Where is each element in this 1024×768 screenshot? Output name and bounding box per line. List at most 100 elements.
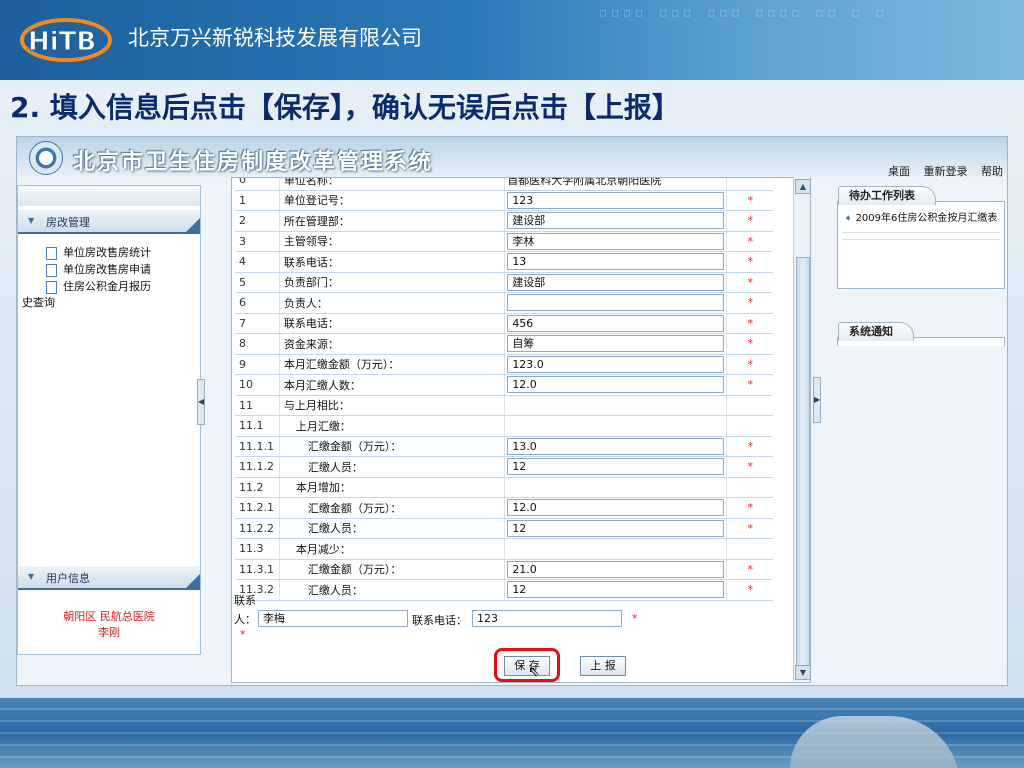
- row-label: 汇缴人员：: [279, 518, 506, 539]
- nav-item-sales-application[interactable]: 单位房改售房申请: [46, 261, 151, 277]
- notice-tab[interactable]: 系统通知: [838, 322, 914, 341]
- required-star: *: [726, 456, 773, 478]
- row-label: 联系电话：: [279, 251, 506, 273]
- left-collapse-toggle[interactable]: ◀: [197, 379, 205, 425]
- user-name: 李刚: [98, 626, 120, 639]
- app-window: 北京市卫生住房制度改革管理系统 桌面 重新登录 帮助 ▼ 房改管理 单位房改售房…: [16, 136, 1008, 686]
- row-value-cell: 建设部: [504, 210, 728, 232]
- row-number: 11.3.1: [235, 559, 280, 580]
- nav-group-user-info[interactable]: ▼ 用户信息: [18, 566, 200, 590]
- row-value-input[interactable]: 13.0: [507, 437, 725, 455]
- row-number: 5: [235, 272, 280, 293]
- company-name: 北京万兴新锐科技发展有限公司: [128, 26, 422, 50]
- row-number: 4: [235, 251, 280, 273]
- row-value-input[interactable]: 自筹: [507, 335, 725, 353]
- row-value-input[interactable]: 13: [507, 253, 725, 271]
- form-row: 3 主管领导： 李林 *: [235, 231, 773, 252]
- report-button[interactable]: 上 报: [580, 656, 626, 676]
- nav-item-fund-history[interactable]: 住房公积金月报历: [46, 278, 151, 294]
- todo-item-label: 2009年6住房公积金按月汇缴表: [855, 213, 998, 224]
- required-star: *: [726, 210, 773, 232]
- row-value-input[interactable]: [507, 294, 725, 312]
- nav-group-housing-reform[interactable]: ▼ 房改管理: [18, 210, 200, 234]
- document-icon: [46, 246, 57, 260]
- row-value-cell: 123: [504, 190, 728, 211]
- row-value-cell: 13.0: [504, 436, 728, 457]
- row-value-cell: 13: [504, 251, 728, 273]
- highlight-ring: [494, 648, 560, 682]
- row-value-input[interactable]: 建设部: [507, 212, 725, 230]
- collapse-triangle-icon: ▼: [28, 572, 35, 581]
- slide-footer: [0, 698, 1024, 768]
- form-row: 11.1.2 汇缴人员： 12 *: [235, 456, 773, 478]
- contact-label-line2: 人：: [234, 613, 256, 626]
- required-star: *: [726, 313, 773, 334]
- user-info-box: 朝阳区 民航总医院 李刚: [18, 608, 200, 652]
- form-row: 1 单位登记号： 123 *: [235, 190, 773, 211]
- row-value-cell: 12: [504, 456, 728, 478]
- scroll-up-arrow-icon[interactable]: ▲: [795, 179, 811, 194]
- row-value-cell: [504, 538, 728, 560]
- nav-item-sales-stats[interactable]: 单位房改售房统计: [46, 244, 151, 260]
- row-label: 与上月相比：: [279, 395, 506, 416]
- row-value-cell: [504, 477, 728, 498]
- form-row: 11 与上月相比：: [235, 395, 773, 416]
- todo-tab[interactable]: 待办工作列表: [838, 186, 936, 205]
- row-value-input[interactable]: 建设部: [507, 273, 725, 291]
- row-value-input[interactable]: 12.0: [507, 376, 725, 394]
- row-value-input[interactable]: 李林: [507, 232, 725, 250]
- required-star: *: [726, 333, 773, 355]
- app-title: 北京市卫生住房制度改革管理系统: [73, 149, 434, 175]
- scroll-down-arrow-icon[interactable]: ▼: [795, 665, 811, 680]
- nav-item-label: 单位房改售房申请: [63, 263, 151, 276]
- todo-box: 待办工作列表 ➧ 2009年6住房公积金按月汇缴表: [837, 186, 1005, 289]
- row-label: 汇缴金额（万元）：: [279, 559, 506, 580]
- row-number: 11.3: [235, 538, 280, 560]
- row-value-input[interactable]: 12: [507, 458, 725, 476]
- instruction-text: 2. 填入信息后点击【保存】，确认无误后点击【上报】: [10, 91, 680, 124]
- row-value-text: 首都医科大学附属北京朝阳医院: [507, 177, 662, 187]
- required-star: [726, 415, 773, 437]
- form-scrollbar[interactable]: ▲ ▼: [793, 177, 811, 681]
- hitb-logo: HiTB: [20, 18, 112, 62]
- svg-text:HiTB: HiTB: [28, 27, 96, 57]
- row-number: 10: [235, 374, 280, 396]
- row-number: 9: [235, 354, 280, 375]
- contact-phone-input[interactable]: 123: [472, 610, 622, 627]
- required-star: *: [726, 231, 773, 252]
- row-value-input[interactable]: 12: [507, 519, 725, 537]
- required-star: [726, 395, 773, 416]
- contact-section: 联系 人： 李梅 联系电话： 123 * *: [234, 592, 774, 641]
- required-star: *: [726, 190, 773, 211]
- row-label: 汇缴金额（万元）：: [279, 436, 506, 457]
- right-panel: 待办工作列表 ➧ 2009年6住房公积金按月汇缴表 系统通知: [823, 177, 1007, 683]
- row-label: 本月减少：: [279, 538, 506, 560]
- required-star: *: [632, 612, 638, 625]
- row-value-cell: 首都医科大学附属北京朝阳医院: [504, 177, 728, 191]
- row-value-input[interactable]: 21.0: [507, 560, 725, 578]
- required-star: *: [240, 628, 246, 641]
- scroll-thumb[interactable]: [796, 257, 810, 667]
- form-row: 6 负责人： *: [235, 292, 773, 314]
- row-value-cell: 李林: [504, 231, 728, 252]
- row-value-cell: 456: [504, 313, 728, 334]
- form-row: 8 资金来源： 自筹 *: [235, 333, 773, 355]
- row-value-input[interactable]: 456: [507, 314, 725, 332]
- required-star: [726, 178, 773, 191]
- nav-item-fund-history-wrap[interactable]: 史查询: [22, 294, 55, 310]
- row-value-input[interactable]: 123: [507, 191, 725, 209]
- nav-item-label: 住房公积金月报历: [63, 280, 151, 293]
- app-banner: 北京市卫生住房制度改革管理系统 桌面 重新登录 帮助: [17, 137, 1007, 178]
- row-label: 汇缴金额（万元）：: [279, 497, 506, 519]
- row-value-cell: 12: [504, 518, 728, 539]
- row-value-input[interactable]: 12.0: [507, 499, 725, 517]
- row-label: 负责部门：: [279, 272, 506, 293]
- corner-decoration: [186, 574, 200, 588]
- required-star: *: [726, 292, 773, 314]
- right-collapse-toggle[interactable]: ▶: [813, 377, 821, 423]
- todo-item[interactable]: ➧ 2009年6住房公积金按月汇缴表: [844, 212, 1000, 226]
- form-row: 4 联系电话： 13 *: [235, 251, 773, 273]
- row-value-input[interactable]: 123.0: [507, 355, 725, 373]
- contact-person-input[interactable]: 李梅: [258, 610, 408, 627]
- required-star: [726, 477, 773, 498]
